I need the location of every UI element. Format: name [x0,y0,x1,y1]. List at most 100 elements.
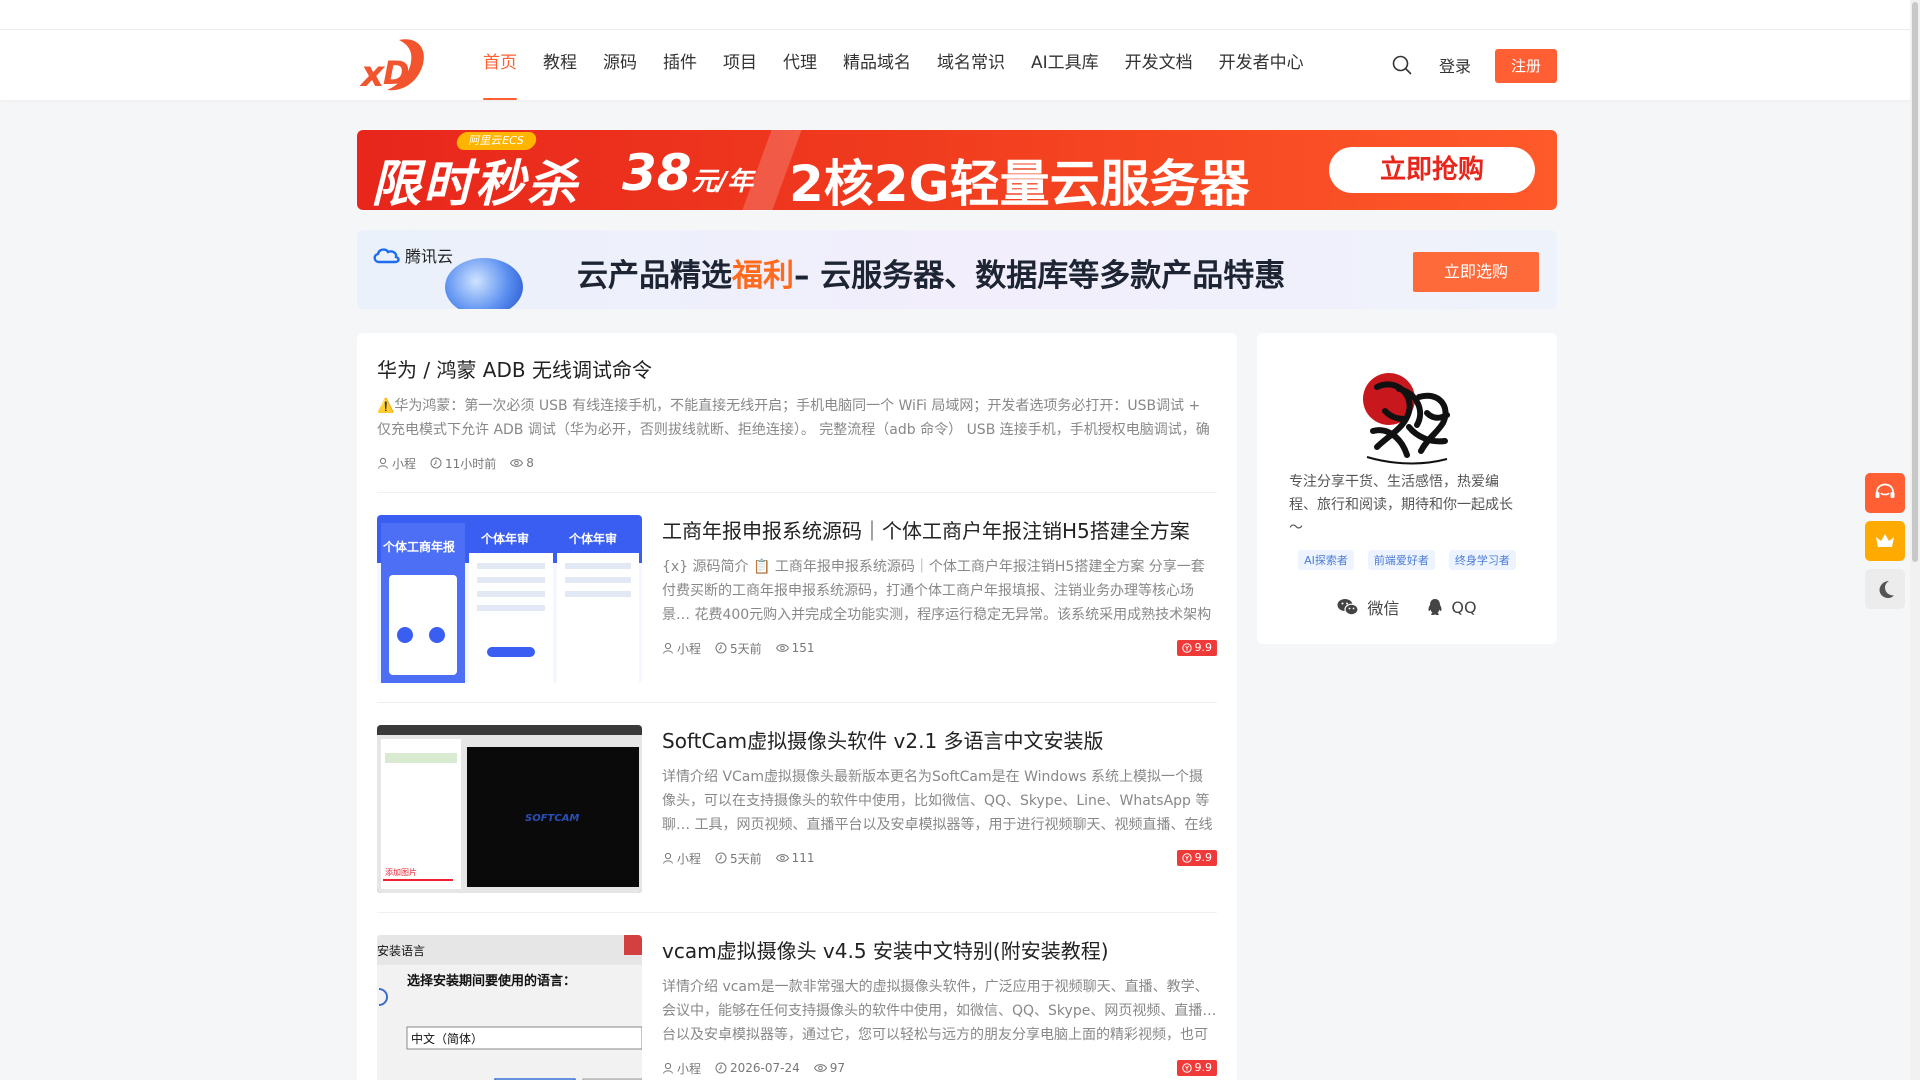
social-wechat[interactable]: 微信 [1337,595,1399,619]
tencent-cloud-icon [373,248,400,264]
post-content: vcam虚拟摄像头 v4.5 安装中文特别(附安装教程) 详情介绍 vcam是一… [662,935,1217,1076]
banner-decoration [445,258,523,309]
nav-item-premium-domains[interactable]: 精品域名 [830,30,924,100]
nav-item-domain-knowledge[interactable]: 域名常识 [924,30,1018,100]
post-time-value: 5天前 [730,851,762,866]
post-content: SoftCam虚拟摄像头软件 v2.1 多语言中文安装版 详情介绍 VCam虚拟… [662,725,1217,866]
post-meta: 小程 5天前 111 9.9 [662,850,1217,866]
thumb-text: SOFTCAM [525,813,579,824]
post-views: 151 [775,641,815,655]
nav-item-projects[interactable]: 项目 [710,30,770,100]
post-title[interactable]: 华为 / 鸿蒙 ADB 无线调试命令 [377,354,1217,383]
tencent-brand: 腾讯云 [371,244,453,266]
post-thumbnail[interactable]: SOFTCAM 添加图片 [377,725,642,893]
page-scrollbar[interactable] [1910,0,1920,1080]
dark-mode-icon [1879,581,1894,598]
post-views: 97 [813,1061,846,1075]
price-value: 9.9 [1194,641,1213,654]
aliyun-price-value: 38 [622,144,692,202]
tencent-promo-banner[interactable]: 腾讯云 云产品精选福利– 云服务器、数据库等多款产品特惠 立即选购 [357,230,1557,309]
social-qq[interactable]: QQ [1427,595,1477,619]
search-icon[interactable] [1391,54,1413,76]
customer-service-icon [1875,483,1895,498]
vip-button[interactable] [1865,521,1905,561]
post-time: 2026-07-24 [715,1061,800,1075]
social-wechat-label: 微信 [1367,599,1400,618]
coin-icon [1181,643,1192,653]
post-time: 5天前 [715,850,762,867]
post-divider [377,702,1217,703]
nav-item-plugins[interactable]: 插件 [650,30,710,100]
post-author[interactable]: 小程 [377,455,416,472]
register-button[interactable]: 注册 [1495,49,1557,83]
post-author-name: 小程 [677,1061,702,1076]
post-thumbnail[interactable]: 个体工商年报 个体年审 个体年审 [377,515,642,683]
nav-item-dev-center[interactable]: 开发者中心 [1206,30,1317,100]
customer-service-button[interactable] [1865,473,1905,513]
price-value: 9.9 [1194,851,1213,864]
tencent-brand-name: 腾讯云 [405,247,454,266]
post-views: 8 [510,456,534,470]
post-title[interactable]: vcam虚拟摄像头 v4.5 安装中文特别(附安装教程) [662,935,1217,964]
nav-item-tutorials[interactable]: 教程 [530,30,590,100]
wechat-icon [1337,599,1359,616]
tencent-buy-button[interactable]: 立即选购 [1413,252,1539,292]
list-item[interactable]: 安装语言 选择安装期间要使用的语言： 中文（简体） 确定 取消 vcam虚拟摄像… [377,935,1217,1080]
site-logo[interactable]: x D [357,34,429,96]
avatar[interactable] [1347,367,1467,477]
nav-item-proxy[interactable]: 代理 [770,30,830,100]
post-title[interactable]: SoftCam虚拟摄像头软件 v2.1 多语言中文安装版 [662,725,1217,754]
list-item[interactable]: 个体工商年报 个体年审 个体年审 工商年报申报系统源码｜个体工商户年报注销H5搭… [377,515,1217,683]
top-strip [0,0,1920,30]
aliyun-promo-banner[interactable]: 阿里云ECS 限时秒杀 38元/年 2核2G轻量云服务器 立即抢购 [357,130,1557,210]
post-title[interactable]: 工商年报申报系统源码｜个体工商户年报注销H5搭建全方案 [662,515,1217,544]
post-time: 11小时前 [430,455,496,472]
nav-item-home[interactable]: 首页 [470,30,530,100]
eye-icon [775,854,789,862]
user-icon [663,852,673,864]
social-qq-label: QQ [1451,597,1477,617]
tag-badge[interactable]: AI探索者 [1298,550,1354,570]
thumb-text: 个体年审 [568,531,617,546]
post-time-value: 5天前 [730,641,762,656]
aliyun-buy-button[interactable]: 立即抢购 [1329,147,1535,193]
tag-badge[interactable]: 前端爱好者 [1367,550,1435,570]
user-icon [378,457,388,469]
tencent-headline-a: 云产品精选 [577,258,732,294]
post-excerpt: 详情介绍 VCam虚拟摄像头最新版本更名为SoftCam是在 Windows 系… [662,769,1213,833]
coin-icon [1181,853,1192,863]
tencent-headline: 云产品精选福利– 云服务器、数据库等多款产品特惠 [577,250,1285,295]
nav-item-dev-docs[interactable]: 开发文档 [1112,30,1206,100]
author-bio: 专注分享干货、生活感悟，热爱编程、旅行和阅读，期待和你一起成长～ [1289,474,1513,536]
nav-item-source[interactable]: 源码 [590,30,650,100]
post-views-count: 97 [829,1061,846,1075]
clock-icon [430,457,442,469]
clock-icon [715,1062,727,1074]
tag-badge[interactable]: 终身学习者 [1448,550,1516,570]
site-header: x D 首页 教程 源码 插件 项目 代理 精品域名 域名常识 AI工具库 开发… [0,30,1920,100]
social-links: 微信 QQ [1257,595,1557,619]
price-badge: 9.9 [1176,850,1217,866]
post-divider [377,912,1217,913]
eye-icon [775,644,789,652]
thumb-text: 个体年审 [480,531,529,546]
post-author[interactable]: 小程 [662,850,701,867]
login-link[interactable]: 登录 [1439,53,1471,77]
svg-text:x: x [359,54,386,95]
list-item[interactable]: SOFTCAM 添加图片 SoftCam虚拟摄像头软件 v2.1 多语言中文安装… [377,725,1217,893]
post-author-name: 小程 [392,456,417,471]
post-thumbnail[interactable]: 安装语言 选择安装期间要使用的语言： 中文（简体） 确定 取消 [377,935,642,1080]
scrollbar-thumb[interactable] [1912,2,1918,562]
list-item[interactable]: 华为 / 鸿蒙 ADB 无线调试命令 ⚠️华为鸿蒙：第一次必须 USB 有线连接… [377,354,1217,471]
post-excerpt: ⚠️华为鸿蒙：第一次必须 USB 有线连接手机，不能直接无线开启；手机电脑同一个… [377,398,1210,438]
nav-item-ai-tools[interactable]: AI工具库 [1018,30,1112,100]
post-divider [377,492,1217,493]
post-meta: 小程 2026-07-24 97 9.9 [662,1060,1217,1076]
post-author-name: 小程 [677,641,702,656]
dark-mode-toggle[interactable] [1865,569,1905,609]
thumb-text: 中文（简体） [411,1031,483,1046]
post-author[interactable]: 小程 [662,1060,701,1077]
post-author[interactable]: 小程 [662,640,701,657]
aliyun-product-text: 2核2G轻量云服务器 [789,155,1250,210]
post-time-value: 11小时前 [445,456,497,471]
